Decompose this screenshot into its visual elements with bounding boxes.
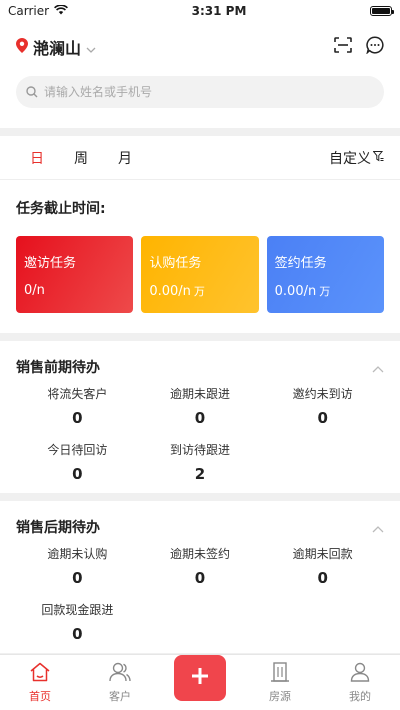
filter-icon: [372, 150, 384, 166]
todo-item-count: 0: [317, 409, 328, 427]
todo-item-count: 0: [194, 409, 206, 427]
wifi-icon: [54, 4, 69, 18]
chevron-up-icon[interactable]: [372, 518, 384, 537]
nav-home[interactable]: 首页: [0, 655, 80, 710]
todo-item-invited-not-visited[interactable]: 邀约未到访 0: [261, 385, 384, 427]
todo-item-visit-follow-up[interactable]: 到访待跟进 2: [139, 441, 262, 483]
pre-sales-todo-title: 销售前期待办: [16, 360, 100, 376]
building-icon: [269, 662, 291, 685]
section-gap: [0, 493, 400, 501]
task-card-invite[interactable]: 邀访任务 0/n: [16, 236, 134, 313]
section-gap: [0, 128, 400, 136]
tab-month[interactable]: 月: [104, 148, 148, 168]
task-card-title: 签约任务: [274, 256, 327, 271]
nav-add: [160, 654, 240, 710]
task-card-unit: 万: [193, 285, 205, 298]
custom-filter-button[interactable]: 自定义: [329, 148, 384, 168]
nav-home-label: 首页: [29, 690, 51, 703]
task-card-value: 0.00/n: [149, 284, 191, 299]
todo-item-label: 到访待跟进: [169, 443, 230, 457]
status-bar: Carrier 3:31 PM: [0, 0, 400, 22]
location-name: 滟澜山: [33, 39, 82, 58]
todo-item-label: 回款现金跟进: [41, 603, 114, 617]
custom-filter-label: 自定义: [329, 150, 371, 167]
nav-properties[interactable]: 房源: [240, 655, 320, 710]
task-card-value: 0/n: [24, 283, 45, 298]
scan-icon[interactable]: [334, 37, 352, 57]
todo-item-overdue-subscription[interactable]: 逾期未认购 0: [16, 545, 139, 587]
nav-profile-label: 我的: [349, 690, 371, 703]
todo-item-label: 逾期未签约: [169, 547, 230, 561]
home-icon: [29, 662, 51, 685]
tab-day[interactable]: 日: [16, 148, 60, 168]
todo-item-count: 0: [317, 569, 328, 587]
tab-week[interactable]: 周: [60, 148, 104, 168]
add-button[interactable]: [174, 654, 226, 701]
todo-item-label: 逾期未回款: [292, 547, 353, 561]
post-sales-todo-grid: 逾期未认购 0 逾期未签约 0 逾期未回款 0 回款现金跟进 0: [16, 545, 384, 643]
header-row: 滟澜山: [16, 32, 384, 62]
task-cards: 邀访任务 0/n 认购任务 0.00/n 万 签约任务 0.00/n 万: [16, 236, 384, 313]
task-card-title: 认购任务: [149, 256, 202, 271]
nav-customers[interactable]: 客户: [80, 655, 160, 710]
todo-item-count: 0: [72, 465, 83, 483]
post-sales-todo-header[interactable]: 销售后期待办: [16, 515, 384, 539]
todo-item-count: 0: [194, 569, 206, 587]
nav-profile[interactable]: 我的: [320, 655, 400, 710]
todo-item-cash-payment-follow-up[interactable]: 回款现金跟进 0: [16, 601, 139, 643]
search-input[interactable]: [44, 85, 374, 99]
status-time: 3:31 PM: [191, 4, 247, 18]
search-icon: [26, 83, 38, 102]
location-selector[interactable]: 滟澜山: [16, 35, 96, 59]
period-tabs: 日 周 月 自定义: [0, 136, 400, 180]
nav-properties-label: 房源: [269, 690, 291, 703]
battery-fill: [372, 8, 390, 14]
location-pin-icon: [16, 37, 28, 57]
todo-item-label: 邀约未到访: [292, 387, 353, 401]
task-card-subscribe[interactable]: 认购任务 0.00/n 万: [141, 236, 259, 313]
post-sales-todo-title: 销售后期待办: [16, 520, 100, 536]
todo-item-overdue-payment[interactable]: 逾期未回款 0: [261, 545, 384, 587]
profile-icon: [349, 662, 371, 685]
task-card-sign[interactable]: 签约任务 0.00/n 万: [266, 236, 384, 313]
nav-customers-label: 客户: [109, 690, 131, 703]
todo-item-count: 0: [72, 625, 83, 643]
task-deadline-section: 任务截止时间: 邀访任务 0/n 认购任务 0.00/n 万 签约任务 0.00/…: [0, 180, 400, 333]
customers-icon: [108, 662, 132, 685]
task-card-value-row: 0.00/n 万: [275, 283, 376, 299]
todo-item-today-callback[interactable]: 今日待回访 0: [16, 441, 139, 483]
todo-item-label: 今日待回访: [47, 443, 108, 457]
task-card-value-row: 0/n: [24, 283, 125, 298]
todo-item-overdue-follow-up[interactable]: 逾期未跟进 0: [139, 385, 262, 427]
carrier-label: Carrier: [8, 4, 50, 18]
todo-item-count: 0: [72, 569, 83, 587]
post-sales-todo-section: 销售后期待办 逾期未认购 0 逾期未签约 0 逾期未回款 0 回款现金跟进 0: [0, 501, 400, 653]
task-card-unit: 万: [319, 285, 331, 298]
todo-item-count: 0: [72, 409, 83, 427]
chevron-down-icon: [86, 38, 96, 57]
section-gap: [0, 333, 400, 341]
todo-item-label: 逾期未跟进: [169, 387, 230, 401]
task-card-value: 0.00/n: [274, 284, 317, 299]
task-deadline-label: 任务截止时间:: [16, 201, 106, 217]
todo-item-about-to-lose[interactable]: 将流失客户 0: [16, 385, 139, 427]
pre-sales-todo-section: 销售前期待办 将流失客户 0 逾期未跟进 0 邀约未到访 0 今日待回访 0 到访待跟进…: [0, 341, 400, 493]
header: 滟澜山: [0, 22, 400, 128]
status-left: Carrier: [8, 4, 69, 18]
battery-icon: [370, 6, 394, 16]
header-icons: [334, 36, 384, 58]
task-card-title: 邀访任务: [24, 256, 77, 271]
pre-sales-todo-header[interactable]: 销售前期待办: [16, 355, 384, 379]
chevron-up-icon[interactable]: [372, 358, 384, 377]
todo-item-label: 逾期未认购: [47, 547, 108, 561]
todo-item-label: 将流失客户: [47, 387, 108, 401]
bottom-nav: 首页 客户 房源 我的: [0, 654, 400, 710]
todo-item-overdue-signing[interactable]: 逾期未签约 0: [139, 545, 262, 587]
task-card-value-row: 0.00/n 万: [149, 283, 250, 299]
plus-icon: [190, 666, 210, 690]
message-icon[interactable]: [366, 36, 384, 58]
search-bar[interactable]: [16, 76, 384, 108]
todo-item-count: 2: [194, 465, 206, 483]
pre-sales-todo-grid: 将流失客户 0 逾期未跟进 0 邀约未到访 0 今日待回访 0 到访待跟进 2: [16, 385, 384, 483]
